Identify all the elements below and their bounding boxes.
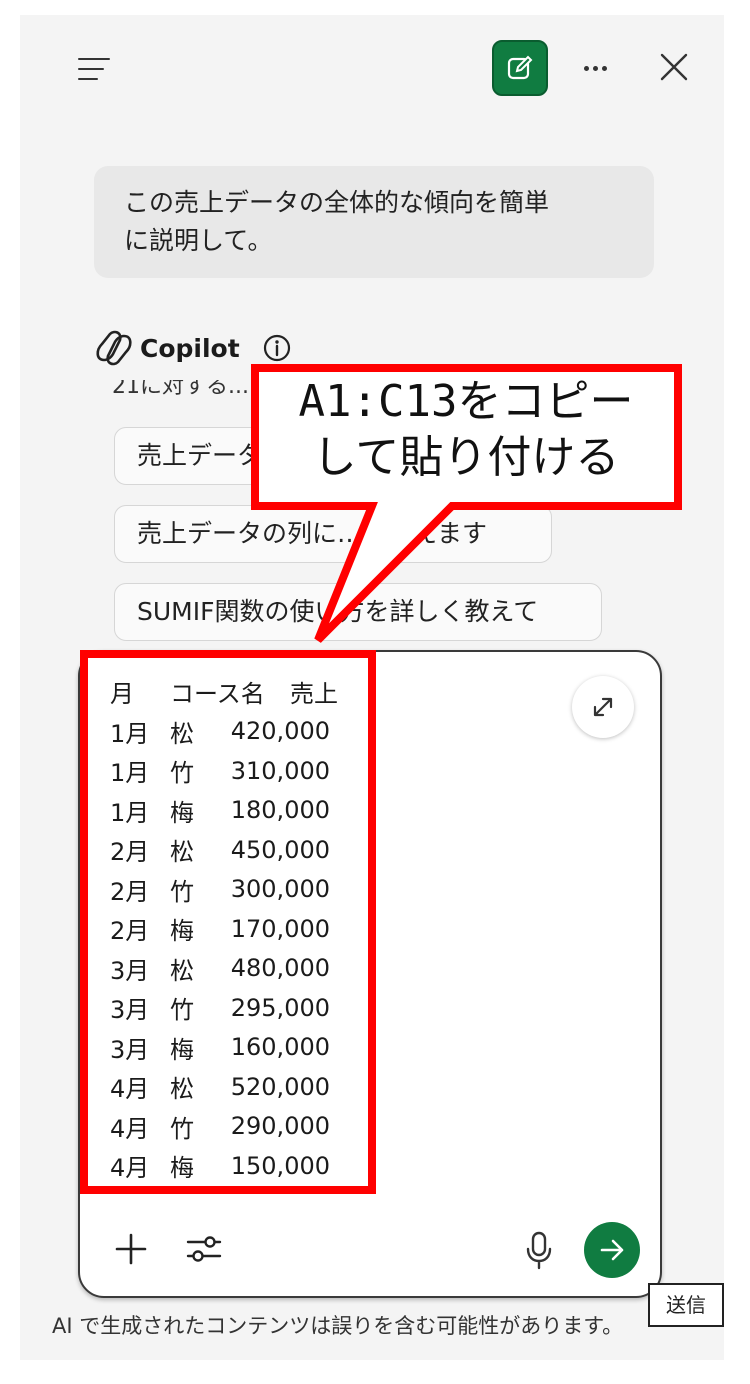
- annotation-text: A1:C13をコピー して貼り付ける: [262, 374, 670, 486]
- annotation-callout: [251, 364, 682, 643]
- annotation-line2: して貼り付ける: [312, 432, 620, 483]
- annotation-line1: A1:C13をコピー: [298, 376, 634, 427]
